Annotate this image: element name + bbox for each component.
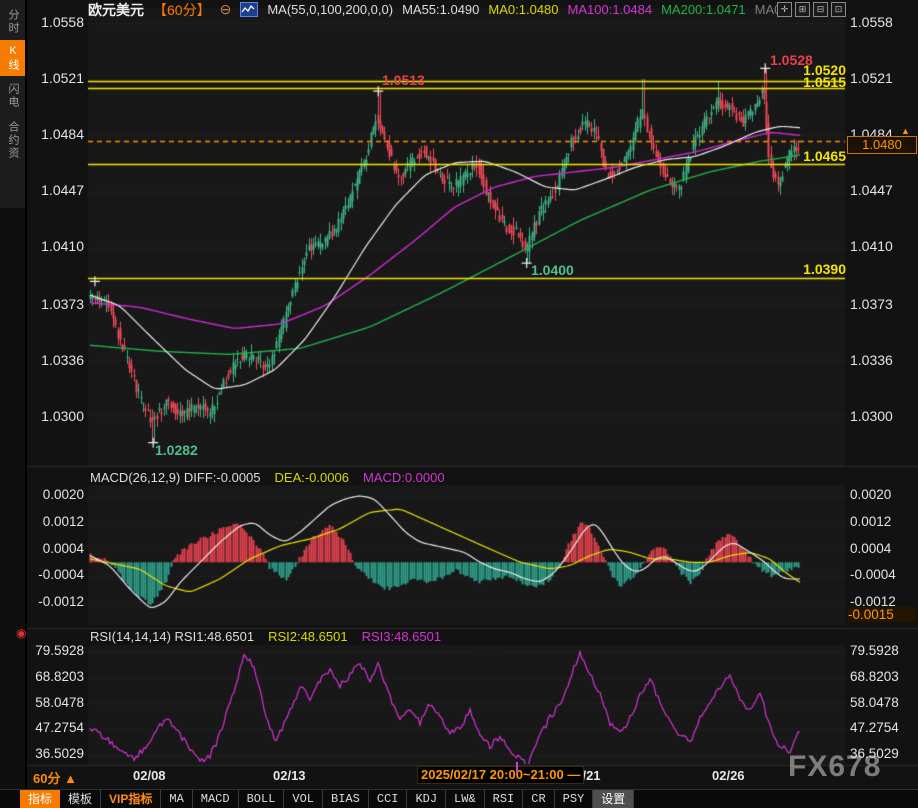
symbol-title: 欧元美元	[88, 0, 144, 20]
rsi-header: RSI(14,14,14) RSI1:48.6501 RSI2:48.6501 …	[90, 629, 441, 644]
sidebar-item-contract-info[interactable]: 合约资料	[0, 116, 25, 164]
toolbar-psy-button[interactable]: PSY	[555, 790, 594, 808]
chart-canvas[interactable]	[0, 0, 918, 808]
macd-readout: MACD:0.0000	[363, 470, 445, 485]
macd-axis-label: 0.0020	[850, 487, 891, 502]
macd-axis-label: -0.0004	[24, 567, 84, 582]
rsi-axis-label: 68.8203	[24, 669, 84, 684]
ma-settings-label: MA(55,0,100,200,0,0)	[267, 2, 393, 17]
trading-app: 分时图 K线图 闪电图 合约资料 ◉ 欧元美元 【60分】 ⊖ MA(55,0,…	[0, 0, 918, 808]
collapse-icon[interactable]: ⊖	[220, 1, 232, 18]
toolbar-lw-button[interactable]: LW&	[446, 790, 485, 808]
ma0-value: MA0:1.0480	[488, 2, 558, 17]
x-axis-date: 02/26	[712, 768, 745, 783]
macd-dea-readout: DEA:-0.0006	[275, 470, 349, 485]
swing-high-annotation: 1.0513	[382, 72, 425, 88]
rsi-axis-label: 68.8203	[850, 669, 899, 684]
ma100-value: MA100:1.0484	[568, 2, 653, 17]
toolbar-boll-button[interactable]: BOLL	[239, 790, 285, 808]
rsi-axis-label: 58.0478	[24, 695, 84, 710]
y-axis-label: 1.0410	[24, 238, 84, 254]
rsi-axis-label: 36.5029	[24, 746, 84, 761]
macd-diff-readout: MACD(26,12,9) DIFF:-0.0005	[90, 470, 261, 485]
rsi-axis-label: 36.5029	[850, 746, 899, 761]
toolbar-ma-button[interactable]: MA	[161, 790, 192, 808]
pan-tool-icon[interactable]: ✛	[777, 2, 792, 17]
macd-axis-label: 0.0004	[850, 541, 891, 556]
rsi1-readout: RSI(14,14,14) RSI1:48.6501	[90, 629, 254, 644]
toolbar-kdj-button[interactable]: KDJ	[407, 790, 446, 808]
rsi-axis-label: 79.5928	[850, 643, 899, 658]
y-axis-label: 1.0410	[850, 238, 893, 254]
macd-axis-label: 0.0004	[24, 541, 84, 556]
y-axis-label: 1.0558	[24, 14, 84, 30]
y-axis-label: 1.0300	[24, 408, 84, 424]
x-axis-date: 02/08	[133, 768, 166, 783]
macd-axis-label: 0.0020	[24, 487, 84, 502]
macd-axis-label: -0.0004	[850, 567, 896, 582]
macd-last-value-box: -0.0015	[848, 607, 916, 622]
macd-axis-label: 0.0012	[850, 514, 891, 529]
level-label: 1.0465	[764, 148, 846, 164]
rsi-axis-label: 58.0478	[850, 695, 899, 710]
toolbar-settings-button[interactable]: 设置	[593, 790, 634, 808]
y-axis-label: 1.0373	[850, 296, 893, 312]
period-label: 【60分】	[153, 0, 211, 20]
y-axis-label: 1.0447	[24, 182, 84, 198]
crosshair-time-box: 2025/02/17 20:00~21:00 —	[417, 766, 584, 784]
ma55-value: MA55:1.0490	[402, 2, 479, 17]
current-price-box: 1.0480	[847, 136, 917, 154]
ma200-value: MA200:1.0471	[661, 2, 746, 17]
chart-header: 欧元美元 【60分】 ⊖ MA(55,0,100,200,0,0) MA55:1…	[88, 1, 781, 18]
rsi3-readout: RSI3:48.6501	[362, 629, 442, 644]
y-axis-label: 1.0336	[24, 352, 84, 368]
crosshair-rsi-tick	[516, 762, 518, 774]
indicator-toolbar: 指标 模板 VIP指标 MA MACD BOLL VOL BIAS CCI KD…	[20, 790, 634, 808]
y-axis-label: 1.0300	[850, 408, 893, 424]
macd-axis-label: 0.0012	[24, 514, 84, 529]
sidebar-item-lightning-chart[interactable]: 闪电图	[0, 78, 25, 114]
level-label: 1.0390	[764, 261, 846, 277]
toolbar-vip-indicator-button[interactable]: VIP指标	[101, 790, 161, 808]
rsi-axis-label: 79.5928	[24, 643, 84, 658]
level-label: 1.0515	[764, 74, 846, 90]
toolbar-bias-button[interactable]: BIAS	[323, 790, 369, 808]
toolbar-cr-button[interactable]: CR	[523, 790, 554, 808]
low-price-annotation: 1.0282	[155, 442, 198, 458]
macd-header: MACD(26,12,9) DIFF:-0.0005 DEA:-0.0006 M…	[90, 470, 445, 485]
toolbar-template-button[interactable]: 模板	[60, 790, 101, 808]
toolbar-indicator-button[interactable]: 指标	[20, 790, 60, 808]
zoom-x-icon[interactable]: ⊞	[795, 2, 810, 17]
y-axis-label: 1.0521	[850, 70, 893, 86]
y-axis-label: 1.0484	[24, 126, 84, 142]
toolbar-cci-button[interactable]: CCI	[369, 790, 408, 808]
toolbar-rsi-button[interactable]: RSI	[485, 790, 524, 808]
y-axis-label: 1.0336	[850, 352, 893, 368]
y-axis-label: 1.0447	[850, 182, 893, 198]
rsi2-readout: RSI2:48.6501	[268, 629, 348, 644]
y-axis-label: 1.0521	[24, 70, 84, 86]
toolbar-vol-button[interactable]: VOL	[284, 790, 323, 808]
y-axis-label: 1.0373	[24, 296, 84, 312]
rsi-axis-label: 47.2754	[850, 720, 899, 735]
rsi-axis-label: 47.2754	[24, 720, 84, 735]
macd-axis-label: -0.0012	[24, 594, 84, 609]
fit-screen-icon[interactable]: ⊡	[831, 2, 846, 17]
chart-type-icon[interactable]	[240, 2, 258, 17]
toolbar-macd-button[interactable]: MACD	[193, 790, 239, 808]
x-axis-date: 02/13	[273, 768, 306, 783]
price-up-arrow-icon: ▲	[901, 126, 910, 136]
sidebar-item-kline-chart[interactable]: K线图	[0, 40, 25, 76]
header-toolbar: ✛ ⊞ ⊟ ⊡	[777, 2, 846, 17]
swing-low-annotation: 1.0400	[531, 262, 574, 278]
target-icon[interactable]: ◉	[16, 626, 26, 640]
sidebar-item-time-chart[interactable]: 分时图	[0, 4, 25, 40]
y-axis-label: 1.0558	[850, 14, 893, 30]
zoom-y-icon[interactable]: ⊟	[813, 2, 828, 17]
